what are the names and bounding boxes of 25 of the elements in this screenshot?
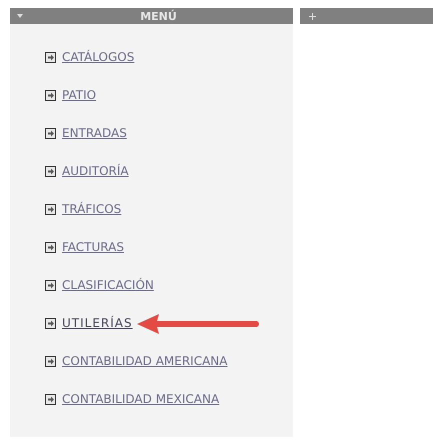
arrow-box-icon [45,318,56,328]
menu-link[interactable]: UTILERÍAS [62,316,133,330]
collapse-icon [16,13,24,19]
menu-link[interactable]: TRÁFICOS [62,202,122,216]
menu-link[interactable]: CLASIFICACIÓN [62,278,154,292]
menu-link[interactable]: PATIO [62,88,96,102]
arrow-box-icon [45,242,56,252]
arrow-box-icon [45,90,56,100]
menu-link[interactable]: AUDITORÍA [62,164,129,178]
side-panel-header[interactable] [300,8,433,24]
menu-link[interactable]: FACTURAS [62,240,124,254]
menu-link[interactable]: CONTABILIDAD AMERICANA [62,354,228,368]
arrow-box-icon [45,128,56,138]
menu-header[interactable]: MENÚ [10,8,293,24]
arrow-box-icon [45,280,56,290]
menu-link[interactable]: ENTRADAS [62,126,127,140]
arrow-box-icon [45,166,56,176]
arrow-box-icon [45,394,56,404]
arrow-box-icon [45,204,56,214]
arrow-box-icon [45,356,56,366]
menu-link[interactable]: CONTABILIDAD MEXICANA [62,392,220,406]
plus-icon [309,12,316,20]
menu-title: MENÚ [139,10,178,22]
menu-link[interactable]: CATÁLOGOS [62,50,134,64]
arrow-box-icon [45,52,56,62]
